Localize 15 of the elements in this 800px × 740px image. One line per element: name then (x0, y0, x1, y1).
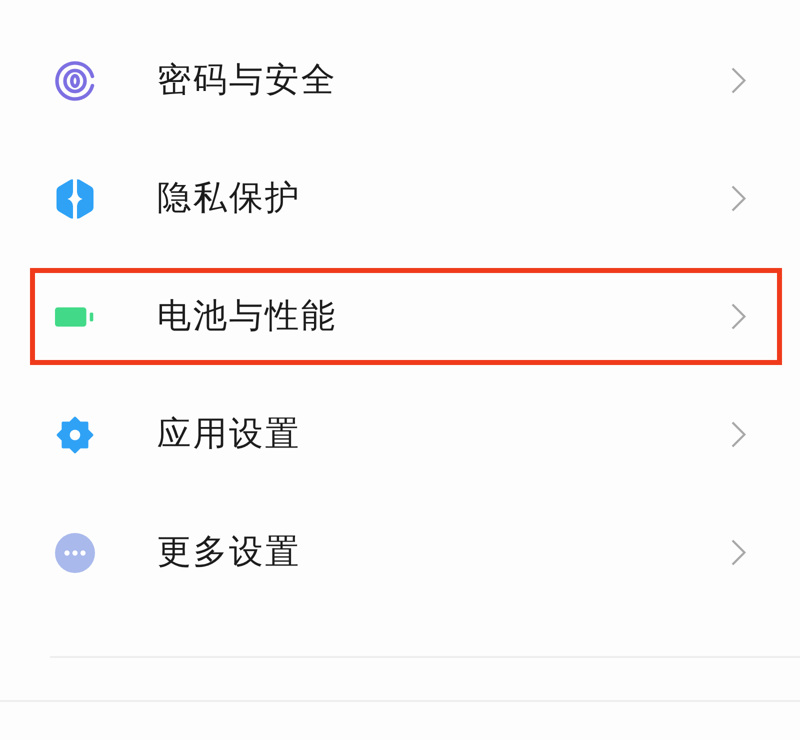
chevron-icon (731, 539, 746, 566)
battery-icon (55, 306, 95, 328)
more-icon (55, 532, 95, 572)
setting-label[interactable]: 应用设置 (157, 414, 301, 455)
gear-icon (55, 414, 95, 454)
chevron-icon (731, 421, 746, 448)
chevron-icon (731, 303, 746, 330)
setting-label[interactable]: 更多设置 (157, 532, 301, 573)
chevron-icon (731, 67, 746, 94)
fingerprint-icon (55, 60, 95, 102)
chevron-icon (731, 185, 746, 212)
setting-label[interactable]: 密码与安全 (157, 60, 337, 101)
shield-icon (55, 178, 95, 220)
setting-label[interactable]: 隐私保护 (157, 178, 301, 219)
setting-label[interactable]: 电池与性能 (157, 296, 337, 337)
